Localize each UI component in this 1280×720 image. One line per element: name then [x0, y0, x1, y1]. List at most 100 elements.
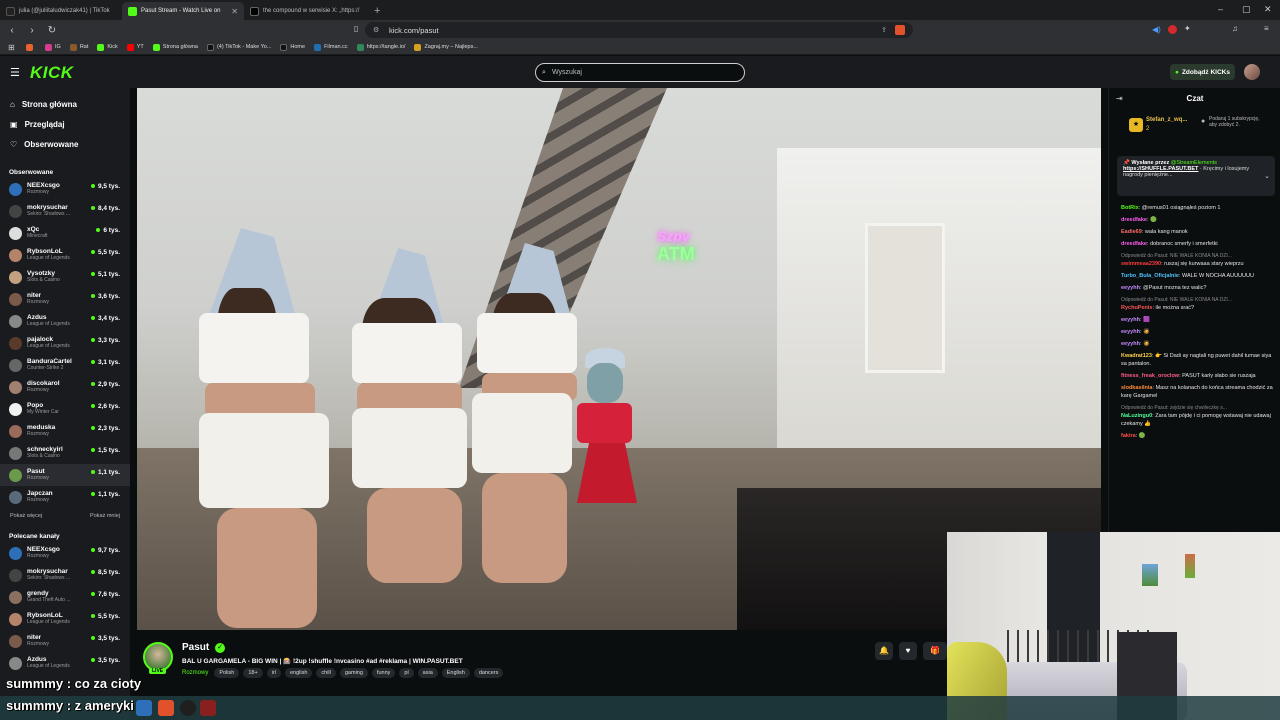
chat-username[interactable]: RychuPenis — [1121, 305, 1152, 311]
bookmark-item[interactable]: Rat — [69, 43, 88, 51]
sidebar-channel-rybsonlol[interactable]: RybsonLoL League of Legends 5,5 tys. — [0, 244, 130, 266]
chat-message[interactable]: Odpowiedź do Pasut: NIE WALE KONIA NA DZ… — [1121, 296, 1275, 312]
chat-message[interactable]: eeyyhh: @Pasut mozna tez walic? — [1121, 284, 1275, 292]
stream-tag[interactable]: pl — [399, 668, 414, 678]
chat-username[interactable]: NaLuzingu0 — [1121, 413, 1152, 419]
bookmark-item[interactable]: Strona główna — [152, 43, 198, 51]
audio-icon[interactable]: ◀) — [1152, 25, 1161, 34]
sidebar-channel-pajalock[interactable]: pajalock League of Legends 3,3 tys. — [0, 332, 130, 354]
sidebar-channel-vysotzky[interactable]: Vysotzky Slots & Casino 5,1 tys. — [0, 266, 130, 288]
forward-icon[interactable]: › — [24, 25, 40, 36]
chat-message[interactable]: Odpowiedź do Pasut: NIE WALE KONIA NA DZ… — [1121, 252, 1275, 268]
search-input[interactable]: ⌕ Wyszukaj — [535, 63, 745, 82]
stream-tag[interactable]: dancers — [473, 668, 504, 678]
chat-username[interactable]: Eadie69 — [1121, 229, 1142, 235]
bookmark-item[interactable]: IG — [45, 43, 61, 51]
chat-username[interactable]: dreedfake — [1121, 217, 1147, 223]
chat-username[interactable]: swimmeaa2390 — [1121, 261, 1161, 267]
chat-message[interactable]: fitness_freak_oroclow: PASUT karły słabo… — [1121, 372, 1275, 380]
sidebar-channel-pasut[interactable]: Pasut Rozmowy 1,1 tys. — [0, 464, 130, 486]
bookmark-item[interactable]: Kick — [97, 43, 118, 51]
chat-message[interactable]: Eadie69: wala kang manok — [1121, 228, 1275, 236]
chat-username[interactable]: fakira — [1121, 433, 1136, 439]
chat-username[interactable]: Turbo_Bula_Oficjalnie — [1121, 273, 1179, 279]
music-icon[interactable]: ♫ — [1232, 24, 1238, 33]
sidebar-channel-niter[interactable]: niter Rozmowy 3,6 tys. — [0, 288, 130, 310]
kick-logo[interactable]: KICK — [30, 63, 74, 83]
browser-tab[interactable]: the compound w serwisie X: „https:// — [244, 2, 366, 20]
stream-tag[interactable]: Polish — [214, 668, 240, 678]
sidebar-item-browse[interactable]: ▣ Przeglądaj — [0, 114, 130, 134]
chat-message[interactable]: slodkasilnia: Masz na kolanach do końca … — [1121, 384, 1275, 400]
follow-heart-button[interactable]: ♥ — [899, 642, 917, 660]
close-tab-icon[interactable]: ✕ — [231, 7, 238, 16]
sidebar-item-following[interactable]: ♡ Obserwowane — [0, 134, 130, 154]
extensions-icon[interactable]: ✦ — [1184, 24, 1191, 33]
sidebar-channel-banduracartel[interactable]: BanduraCartel Counter-Strike 2 3,1 tys. — [0, 354, 130, 376]
chat-message[interactable]: Odpowiedź do Pasut: zejdzie się chwilecz… — [1121, 404, 1275, 428]
chat-message[interactable]: dreedfake: 🟢 — [1121, 216, 1275, 224]
show-more-button[interactable]: Pokaż więcej — [10, 513, 42, 519]
taskbar-obs-icon[interactable] — [180, 700, 196, 716]
stream-tag[interactable]: gaming — [339, 668, 368, 678]
bookmark-item[interactable] — [26, 43, 36, 51]
chat-username[interactable]: BotRix — [1121, 205, 1139, 211]
bookmark-item[interactable]: https://tangle.io/ — [356, 43, 405, 51]
sidebar-item-home[interactable]: ⌂ Strona główna — [0, 94, 130, 114]
stream-tag[interactable]: chill — [316, 668, 336, 678]
sidebar-channel-japczan[interactable]: Japczan Rozmowy 1,1 tys. — [0, 486, 130, 508]
pinned-message[interactable]: 📌 Wysłane przez @StreamElements https://… — [1117, 156, 1275, 196]
record-icon[interactable] — [1168, 25, 1177, 34]
browser-tab-active[interactable]: Pasut Stream - Watch Live on ✕ — [122, 2, 244, 20]
site-info-icon[interactable]: ⚙ — [373, 26, 379, 34]
chat-username[interactable]: eeyyhh — [1121, 341, 1140, 347]
chat-message[interactable]: eeyyhh: 🟪 — [1121, 316, 1275, 324]
stream-tag[interactable]: english — [284, 668, 313, 678]
sidebar-channel-schneckyirl[interactable]: schneckyirl Slots & Casino 1,5 tys. — [0, 442, 130, 464]
stream-tag[interactable]: funny — [371, 668, 396, 678]
get-kicks-button[interactable]: ● Zdobądź KICKs — [1170, 64, 1235, 80]
chat-message[interactable]: BotRix: @remus01 osiągnąłeś poziom 1 — [1121, 204, 1275, 212]
menu-icon[interactable]: ≡ — [1264, 24, 1269, 33]
browser-tab[interactable]: julia (@juliitaludwiczak41) | TikTok — [0, 2, 122, 20]
stream-tag[interactable]: irl — [266, 668, 281, 678]
sidebar-channel-mokrysuchar[interactable]: mokrysuchar Sekiro: Shadows ... 8,4 tys. — [0, 200, 130, 222]
chat-username[interactable]: eeyyhh — [1121, 285, 1140, 291]
sidebar-channel-neexcsgo[interactable]: NEEXcsgo Rozmowy 9,5 tys. — [0, 178, 130, 200]
notification-bell-button[interactable]: 🔔 — [875, 642, 893, 660]
maximize-icon[interactable]: ▢ — [1242, 4, 1251, 15]
chat-username[interactable]: Kwadrat123 — [1121, 353, 1152, 359]
chat-username[interactable]: slodkasilnia — [1121, 385, 1153, 391]
bookmark-item[interactable]: Filman.cc — [314, 43, 348, 51]
share-icon[interactable]: ⇪ — [881, 26, 887, 34]
bookmark-item[interactable]: Zagraj.my – Najleps... — [414, 43, 478, 51]
sidebar-channel-azdus[interactable]: Azdus League of Legends 3,4 tys. — [0, 310, 130, 332]
chat-username[interactable]: eeyyhh — [1121, 329, 1140, 335]
taskbar-app-icon[interactable] — [136, 700, 152, 716]
new-tab-button[interactable]: + — [366, 2, 388, 20]
close-window-icon[interactable]: ✕ — [1264, 4, 1272, 15]
sidebar-channel-meduska[interactable]: meduska Rozmowy 2,3 tys. — [0, 420, 130, 442]
chat-message[interactable]: Turbo_Bula_Oficjalnie: WALE W NOCHA AUUU… — [1121, 272, 1275, 280]
chat-message[interactable]: eeyyhh: 🧔 — [1121, 328, 1275, 336]
sidebar-channel-azdus[interactable]: Azdus League of Legends 3,5 tys. — [0, 652, 130, 674]
sidebar-channel-grendy[interactable]: grendy Grand Theft Auto ... 7,6 tys. — [0, 586, 130, 608]
channel-name[interactable]: Pasut — [182, 642, 209, 653]
reload-icon[interactable]: ↻ — [44, 25, 60, 36]
bookmark-item[interactable]: Home — [280, 43, 305, 51]
expand-pinned-icon[interactable]: ⌄ — [1264, 172, 1270, 180]
sidebar-channel-rybsonlol[interactable]: RybsonLoL League of Legends 5,5 tys. — [0, 608, 130, 630]
chat-username[interactable]: eeyyhh — [1121, 317, 1140, 323]
chat-message[interactable]: Kwadrat123: 👉 Si Dadi ay nagtali ng puwe… — [1121, 352, 1275, 368]
url-field[interactable]: ⚙ kick.com/pasut ⇪ — [365, 22, 913, 38]
chat-message[interactable]: dreedfake: dobranoc smerfy i smerfetki — [1121, 240, 1275, 248]
sidebar-channel-xqc[interactable]: xQc Minecraft 6 tys. — [0, 222, 130, 244]
top-gifter-name[interactable]: Stefan_z_wq... — [1146, 117, 1187, 123]
apps-grid-icon[interactable]: ⊞ — [8, 43, 15, 52]
bookmark-item[interactable]: (4) TikTok - Make Yo... — [206, 43, 271, 51]
chat-username[interactable]: dreedfake — [1121, 241, 1147, 247]
sidebar-channel-popo[interactable]: Popo My Winter Car 2,6 tys. — [0, 398, 130, 420]
gift-sub-button[interactable]: 🎁 — [923, 642, 947, 660]
brave-shield-icon[interactable] — [895, 25, 905, 35]
bookmark-icon[interactable]: ▯ — [354, 24, 358, 33]
